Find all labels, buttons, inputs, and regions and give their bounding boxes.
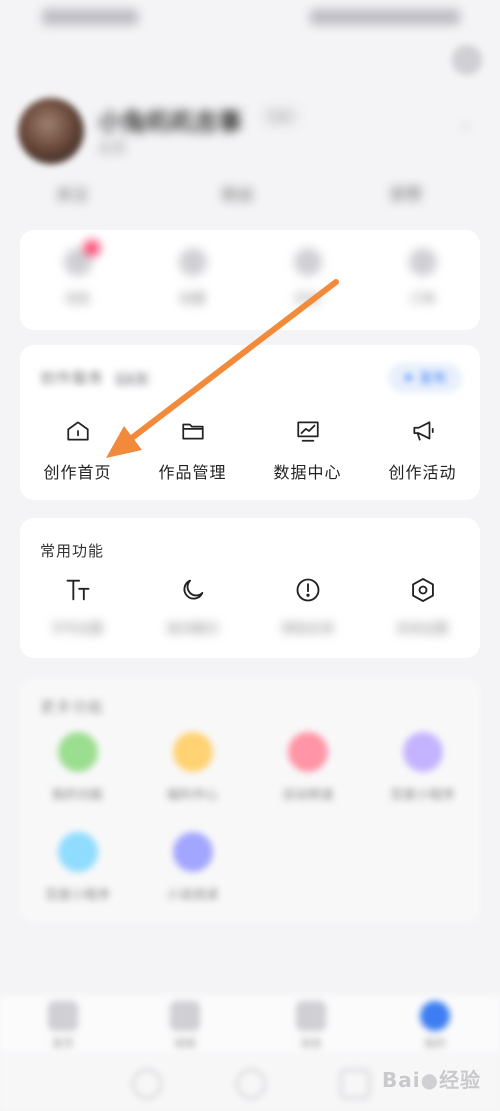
publish-label: 发布 xyxy=(418,371,447,387)
watermark-suffix: 经验 xyxy=(439,1068,482,1092)
app-circle-icon xyxy=(402,732,443,772)
profile-name[interactable]: 小兔叽叽吉事 xyxy=(98,102,242,137)
home-tab-icon xyxy=(48,1001,78,1031)
profile-level-badge: Lv xyxy=(262,106,300,126)
creation-item-label: 作品管理 xyxy=(158,463,227,482)
quick-item-history[interactable]: 历史 xyxy=(250,248,365,307)
megaphone-icon xyxy=(407,415,439,447)
common-item-feedback[interactable]: 帮助反馈 xyxy=(250,574,365,637)
status-time xyxy=(42,9,138,25)
more-item[interactable]: 百度小程序 xyxy=(20,832,135,903)
creation-item-data[interactable]: 数据中心 xyxy=(250,415,365,483)
nav-label: 我的 xyxy=(424,1037,446,1050)
more-item[interactable]: 百度小程序 xyxy=(365,732,480,803)
chevron-right-icon[interactable]: › xyxy=(462,116,469,137)
hexagon-settings-icon xyxy=(407,574,439,606)
more-item[interactable]: 小说阅读 xyxy=(135,832,250,903)
quick-access-card: 消息 收藏 历史 订单 xyxy=(20,230,480,330)
section-title-text: 创作服务 xyxy=(40,369,105,387)
publish-button[interactable]: ➤ 发布 xyxy=(388,363,462,393)
common-item-settings[interactable]: 系统设置 xyxy=(365,574,480,637)
nav-item-messages[interactable]: 消息 xyxy=(276,1001,346,1051)
app-circle-icon xyxy=(172,832,213,872)
profile-subtitle[interactable]: 主页 xyxy=(98,138,126,158)
watermark: Bai●经验 xyxy=(382,1064,481,1093)
notification-badge xyxy=(83,240,100,256)
alert-circle-icon xyxy=(292,574,324,606)
more-item-label: 百度小程序 xyxy=(389,788,455,803)
quick-item-label: 收藏 xyxy=(179,292,206,307)
bag-icon xyxy=(408,248,437,276)
quick-item-favorites[interactable]: 收藏 xyxy=(135,248,250,307)
common-item-label: 系统设置 xyxy=(396,622,449,637)
common-item-label: 夜间模式 xyxy=(166,622,219,637)
quick-item-messages[interactable]: 消息 xyxy=(20,240,135,307)
chart-monitor-icon xyxy=(292,415,324,447)
stat-following[interactable]: 关注 xyxy=(56,181,88,205)
recents-icon[interactable] xyxy=(340,1069,370,1099)
status-bar xyxy=(0,0,500,34)
level-badge: Lv.0 xyxy=(113,371,151,387)
status-indicators xyxy=(310,9,460,25)
app-circle-icon xyxy=(172,732,213,772)
more-item[interactable]: 我的功能 xyxy=(20,732,135,803)
quick-item-label: 订单 xyxy=(409,292,436,307)
nav-label: 首页 xyxy=(52,1037,74,1050)
stat-followers[interactable]: 粉丝 xyxy=(222,181,254,205)
more-item-label: 我的功能 xyxy=(51,788,104,803)
nav-item-video[interactable]: 视频 xyxy=(150,1001,220,1051)
nav-label: 消息 xyxy=(300,1037,322,1050)
app-circle-icon xyxy=(57,832,98,872)
gear-icon[interactable] xyxy=(452,45,482,75)
nav-item-home[interactable]: 首页 xyxy=(28,1001,98,1051)
common-item-font-size[interactable]: 字号设置 xyxy=(20,574,135,637)
app-circle-icon xyxy=(287,732,328,772)
creation-services-card: 创作服务 Lv.0 ➤ 发布 创作首页 作品管理 数据中心 创作活动 xyxy=(20,345,480,500)
watermark-brand: Bai xyxy=(382,1068,421,1092)
home-circle-icon[interactable] xyxy=(236,1069,266,1099)
quick-item-label: 历史 xyxy=(294,292,321,307)
video-tab-icon xyxy=(170,1001,200,1031)
common-functions-title: 常用功能 xyxy=(40,542,105,560)
creation-item-label: 创作活动 xyxy=(388,463,457,482)
common-item-label: 字号设置 xyxy=(51,622,104,637)
home-icon xyxy=(62,415,94,447)
more-item-label: 小说阅读 xyxy=(166,888,219,903)
common-functions-card: 常用功能 字号设置 夜间模式 帮助反馈 系统设置 xyxy=(20,518,480,658)
more-item[interactable]: 活动频道 xyxy=(250,732,365,803)
creation-item-home[interactable]: 创作首页 xyxy=(20,415,135,483)
clock-icon xyxy=(293,248,322,276)
app-circle-icon xyxy=(57,732,98,772)
text-size-icon xyxy=(62,574,94,606)
more-item-label: 活动频道 xyxy=(281,788,334,803)
quick-item-orders[interactable]: 订单 xyxy=(365,248,480,307)
star-icon xyxy=(178,248,207,276)
more-item-label: 福利中心 xyxy=(166,788,219,803)
creation-item-label: 创作首页 xyxy=(43,463,112,482)
send-icon: ➤ xyxy=(403,370,415,386)
common-item-label: 帮助反馈 xyxy=(281,622,334,637)
creation-item-label: 数据中心 xyxy=(273,463,342,482)
more-functions-card: 更多功能 我的功能 福利中心 活动频道 百度小程序 百度小程序 小说阅读 xyxy=(20,678,480,923)
creation-item-works[interactable]: 作品管理 xyxy=(135,415,250,483)
more-item[interactable]: 福利中心 xyxy=(135,732,250,803)
more-functions-title: 更多功能 xyxy=(40,698,105,716)
profile-tab-icon xyxy=(420,1001,450,1031)
paw-logo-icon: ● xyxy=(420,1068,440,1092)
folder-icon xyxy=(177,415,209,447)
creation-services-title: 创作服务 Lv.0 xyxy=(40,367,151,388)
avatar[interactable] xyxy=(18,98,84,164)
nav-item-me[interactable]: 我的 xyxy=(400,1001,470,1051)
bottom-nav: 首页 视频 消息 我的 xyxy=(0,995,500,1055)
stat-likes[interactable]: 获赞 xyxy=(390,181,422,205)
nav-label: 视频 xyxy=(174,1037,196,1050)
back-icon[interactable] xyxy=(132,1069,162,1099)
moon-icon xyxy=(177,574,209,606)
more-item-label: 百度小程序 xyxy=(44,888,110,903)
creation-item-activities[interactable]: 创作活动 xyxy=(365,415,480,483)
quick-item-label: 消息 xyxy=(64,292,91,307)
message-tab-icon xyxy=(296,1001,326,1031)
common-item-night-mode[interactable]: 夜间模式 xyxy=(135,574,250,637)
